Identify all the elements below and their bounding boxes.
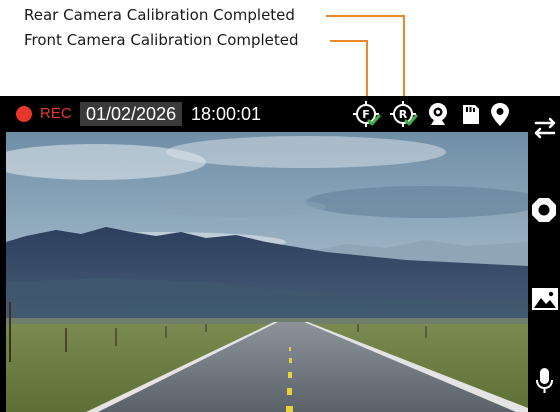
location-pin-icon bbox=[491, 103, 509, 126]
switch-camera-icon[interactable] bbox=[528, 112, 560, 144]
side-bar bbox=[528, 96, 560, 412]
front-leader-line-h bbox=[330, 40, 367, 42]
webcam-icon bbox=[429, 103, 447, 125]
time-label: 18:00:01 bbox=[191, 104, 262, 124]
front-leader-line-v bbox=[366, 40, 368, 98]
front-camera-calibrated-icon: F bbox=[353, 101, 381, 127]
stop-record-icon[interactable] bbox=[528, 194, 560, 226]
sd-card-icon bbox=[463, 105, 479, 124]
date-label: 01/02/2026 bbox=[80, 102, 183, 126]
rear-calibration-callout: Rear Camera Calibration Completed bbox=[24, 6, 295, 24]
rec-label: REC bbox=[40, 105, 72, 122]
front-badge-text: F bbox=[362, 108, 370, 121]
status-bar: REC 01/02/2026 18:00:01 F R bbox=[0, 96, 528, 132]
camera-view bbox=[6, 132, 528, 412]
landscape-image bbox=[6, 132, 528, 412]
rear-camera-calibrated-icon: R bbox=[390, 101, 418, 127]
rear-leader-line-v bbox=[403, 15, 405, 98]
microphone-icon[interactable] bbox=[528, 364, 560, 396]
dashcam-screen: REC 01/02/2026 18:00:01 F R bbox=[0, 96, 560, 412]
front-calibration-callout: Front Camera Calibration Completed bbox=[24, 31, 299, 49]
gallery-icon[interactable] bbox=[528, 282, 560, 314]
record-dot-icon bbox=[16, 106, 32, 122]
rear-badge-text: R bbox=[399, 108, 408, 121]
rear-leader-line-h bbox=[326, 15, 404, 17]
